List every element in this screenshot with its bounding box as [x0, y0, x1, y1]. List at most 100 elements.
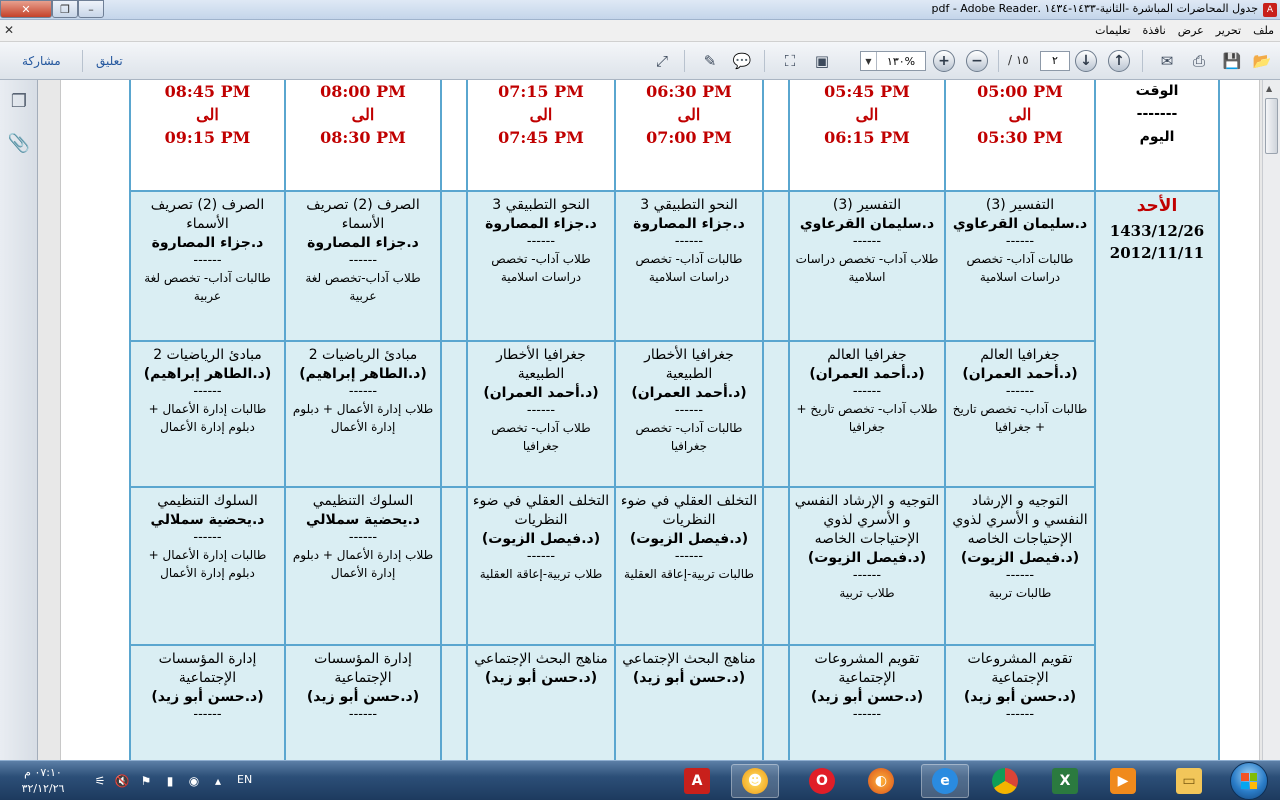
save-icon[interactable]: 💾	[1220, 50, 1244, 72]
lecture-divider: ------	[526, 403, 556, 418]
restore-button[interactable]: ❐	[52, 0, 78, 18]
taskbar-messenger[interactable]: ☻	[731, 764, 779, 798]
lecture-doctor: (د.الطاهر إبراهيم)	[143, 366, 272, 382]
fit-page-icon[interactable]: ⛶	[778, 50, 802, 72]
lecture-audience: طالبات إدارة الأعمال + دبلوم إدارة الأعم…	[148, 548, 267, 580]
highlight-icon[interactable]: ✎	[698, 50, 722, 72]
taskbar-firefox[interactable]: ◐	[857, 764, 905, 798]
gap-column	[440, 190, 468, 342]
taskbar-opera[interactable]: O	[798, 764, 846, 798]
lecture-doctor: (د.أحمد العمران)	[809, 366, 925, 382]
start-button[interactable]	[1230, 762, 1268, 800]
network-signal-icon[interactable]: ▮	[162, 773, 178, 789]
lecture-subject: تقويم المشروعات الإجتماعية	[814, 651, 920, 686]
zoom-out-icon[interactable]: −	[966, 50, 988, 72]
comment-button[interactable]: تعليق	[96, 54, 123, 68]
volume-muted-icon[interactable]: 🔇	[114, 773, 130, 789]
lecture-subject: إدارة المؤسسات الإجتماعية	[314, 651, 412, 686]
zoom-in-icon[interactable]: +	[933, 50, 955, 72]
gap-column	[762, 340, 790, 488]
system-clock[interactable]: ٠٧:١٠ م ٣٢/١٢/٢٦	[8, 765, 78, 797]
gap-column	[440, 340, 468, 488]
open-file-icon[interactable]: 📂	[1250, 50, 1274, 72]
lecture-audience: طلاب آداب-تخصص لغة عربية	[305, 271, 421, 303]
lecture-cell: جغرافيا العالم (د.أحمد العمران) ------ طلاب…	[788, 340, 946, 488]
gap-column	[440, 80, 468, 192]
media-player-icon: ▶	[1110, 768, 1136, 794]
scrollbar-thumb[interactable]	[1265, 98, 1278, 154]
pdf-reader-icon: A	[684, 768, 710, 794]
previous-page-icon[interactable]: ↑	[1108, 50, 1130, 72]
attachments-icon[interactable]: 📎	[8, 132, 30, 154]
lecture-cell: مناهج البحث الإجتماعي (د.حسن أبو زيد)	[614, 644, 764, 760]
menu-window[interactable]: نافذة	[1143, 24, 1166, 37]
lecture-divider: ------	[193, 384, 222, 399]
lecture-divider: ------	[193, 253, 222, 268]
email-icon[interactable]: ✉	[1155, 50, 1179, 72]
close-button[interactable]: ✕	[0, 0, 52, 18]
print-icon[interactable]: ⎙	[1187, 50, 1211, 72]
excel-icon: X	[1052, 768, 1078, 794]
windows-logo-icon	[1241, 773, 1257, 789]
chevron-down-icon[interactable]: ▼	[861, 52, 877, 70]
sticky-note-icon[interactable]: 💬	[730, 50, 754, 72]
clock-time: ٠٧:١٠ م	[24, 766, 62, 779]
lecture-doctor: د.سليمان القرعاوي	[799, 216, 935, 232]
lecture-subject: مبادئ الرياضيات 2	[153, 347, 262, 363]
lecture-cell: التوجيه و الإرشاد النفسي و الأسري لذوي ا…	[944, 486, 1096, 646]
lecture-subject: الصرف (2) تصريف الأسماء	[306, 197, 420, 232]
taskbar-explorer[interactable]: ▭	[1165, 764, 1213, 798]
lecture-doctor: (د.حسن أبو زيد)	[151, 689, 264, 705]
gap-column	[440, 486, 468, 646]
menu-file[interactable]: ملف	[1253, 24, 1274, 37]
show-hidden-icons[interactable]: ▴	[210, 773, 226, 789]
menu-view[interactable]: عرض	[1178, 24, 1204, 37]
lecture-cell: تقويم المشروعات الإجتماعية (د.حسن أبو زيد…	[788, 644, 946, 760]
lecture-doctor: (د.فيصل الزيوت)	[960, 550, 1080, 566]
menu-edit[interactable]: تحرير	[1216, 24, 1241, 37]
language-indicator[interactable]: EN	[237, 773, 252, 786]
minimize-button[interactable]: –	[78, 0, 104, 18]
taskbar-internet-explorer[interactable]: e	[921, 764, 969, 798]
page-number-input[interactable]: ٢	[1040, 51, 1070, 71]
lecture-audience: طلاب آداب- تخصص دراسات اسلامية	[491, 252, 591, 284]
lecture-audience: طالبات آداب- تخصص دراسات اسلامية	[966, 252, 1074, 284]
time-slot: 08:45 PM الى 09:15 PM	[129, 80, 286, 192]
page-thumbnails-icon[interactable]: ❐	[9, 90, 29, 112]
lecture-doctor: (د.الطاهر إبراهيم)	[299, 366, 427, 382]
vertical-scrollbar[interactable]: ▲	[1262, 80, 1280, 760]
fit-width-icon[interactable]: ▣	[810, 50, 834, 72]
lecture-audience: طلاب آداب- تخصص تاريخ + جغرافيا	[796, 402, 938, 434]
lecture-subject: التوجيه و الإرشاد النفسي و الأسري لذوي ا…	[952, 493, 1088, 547]
taskbar-chrome[interactable]	[981, 764, 1029, 798]
lecture-subject: التخلف العقلي في ضوء النظريات	[620, 493, 758, 528]
network-globe-icon[interactable]: ◉	[186, 773, 202, 789]
pdf-icon: A	[1263, 3, 1277, 17]
window-controls: ✕ ❐ –	[0, 0, 104, 18]
lecture-doctor: (د.حسن أبو زيد)	[963, 689, 1077, 705]
lecture-cell: التوجيه و الإرشاد النفسي و الأسري لذوي ا…	[788, 486, 946, 646]
close-document-icon[interactable]: ✕	[4, 23, 14, 37]
lecture-doctor: (د.فيصل الزيوت)	[807, 550, 927, 566]
lecture-subject: مبادئ الرياضيات 2	[308, 347, 418, 363]
taskbar-excel[interactable]: X	[1041, 764, 1089, 798]
lecture-doctor: د.سليمان القرعاوي	[952, 216, 1088, 232]
zoom-select[interactable]: ▼ ١٣٠%	[860, 51, 926, 71]
share-button[interactable]: مشاركة	[22, 54, 61, 68]
hijri-date: 1433/12/26	[1109, 222, 1205, 240]
lecture-divider: ------	[193, 707, 222, 722]
taskbar-pdf-reader[interactable]: A	[673, 764, 721, 798]
menu-help[interactable]: تعليمات	[1095, 24, 1130, 37]
scroll-up-icon[interactable]: ▲	[1266, 84, 1272, 93]
action-center-flag-icon[interactable]: ⚑	[138, 773, 154, 789]
usb-icon[interactable]: ⚟	[92, 773, 108, 789]
next-page-icon[interactable]: ↓	[1075, 50, 1097, 72]
schedule-row: السلوك التنظيمي د.يحضية سملالي ------ طالبا…	[129, 486, 1219, 646]
lecture-cell: تقويم المشروعات الإجتماعية (د.حسن أبو زيد…	[944, 644, 1096, 760]
fullscreen-icon[interactable]: ⤢	[650, 50, 674, 72]
lecture-schedule-table: 08:45 PM الى 09:15 PM 08:00 PM الى 08:30 PM …	[129, 80, 1220, 760]
lecture-divider: ------	[852, 568, 882, 583]
taskbar-media-player[interactable]: ▶	[1099, 764, 1147, 798]
lecture-doctor: (د.حسن أبو زيد)	[810, 689, 924, 705]
gap-column	[762, 644, 790, 760]
